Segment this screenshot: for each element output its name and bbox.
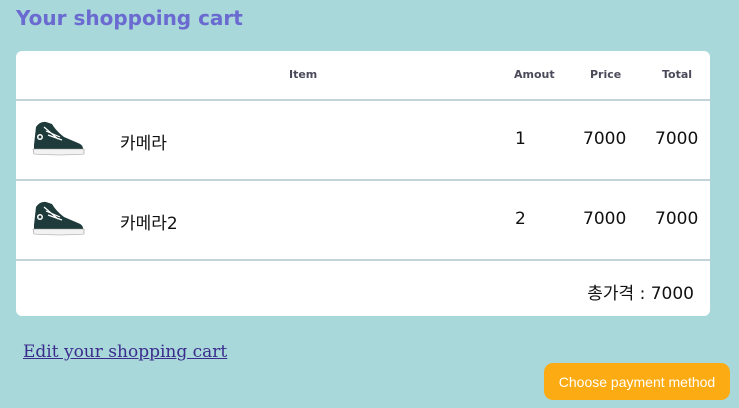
table-header: Item Amout Price Total [16, 51, 710, 101]
cart-table: Item Amout Price Total 카메라 1 7000 7000 카… [16, 51, 710, 316]
edit-cart-link[interactable]: Edit your shopping cart [23, 342, 227, 362]
header-item: Item [289, 68, 318, 81]
item-name: 카메라2 [120, 214, 178, 234]
item-total: 7000 [655, 209, 699, 229]
table-row: 카메라 1 7000 7000 [16, 101, 710, 181]
sneaker-icon [32, 121, 85, 156]
item-price: 7000 [583, 209, 627, 229]
sneaker-icon [32, 201, 85, 236]
page-title: Your shoppoing cart [16, 6, 243, 30]
item-amount: 1 [515, 129, 526, 149]
table-row: 카메라2 2 7000 7000 [16, 181, 710, 261]
item-price: 7000 [583, 129, 627, 149]
item-total: 7000 [655, 129, 699, 149]
item-name: 카메라 [120, 134, 167, 154]
choose-payment-button[interactable]: Choose payment method [544, 363, 730, 400]
header-amount: Amout [514, 68, 555, 81]
header-total: Total [662, 68, 693, 81]
header-price: Price [590, 68, 622, 81]
item-amount: 2 [515, 209, 526, 229]
cart-total: 총가격 : 7000 [587, 284, 694, 304]
cart-total-row: 총가격 : 7000 [16, 261, 710, 316]
